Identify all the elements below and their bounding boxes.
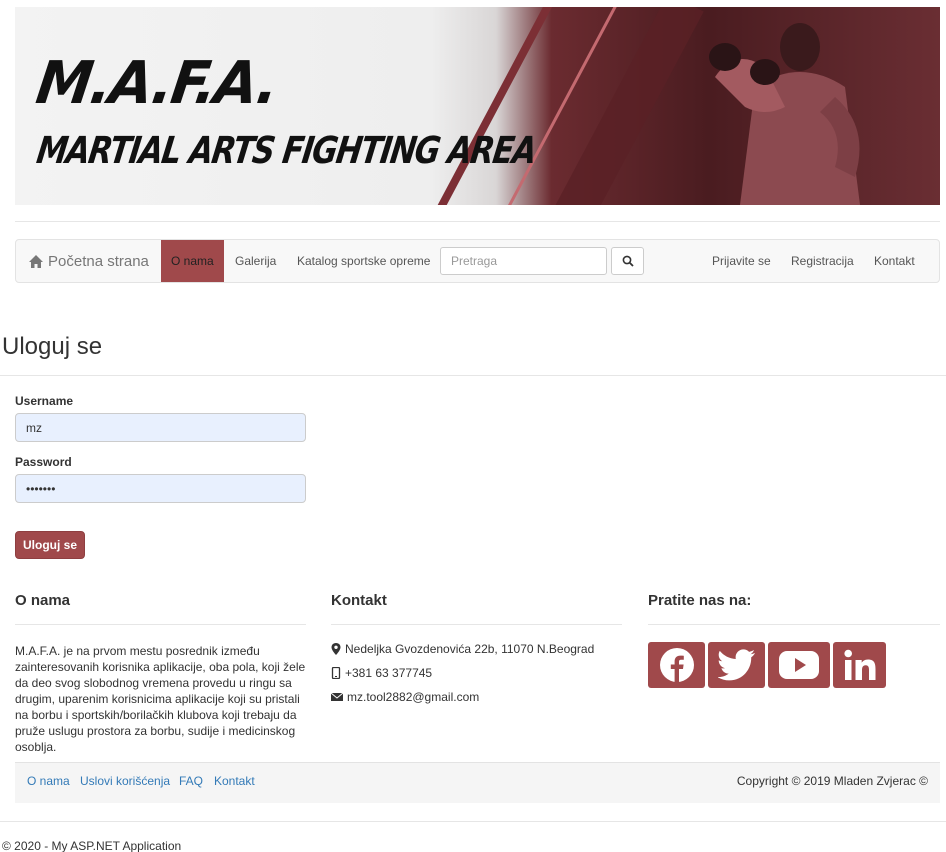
linkedin-link[interactable] [833,642,886,688]
divider [15,624,306,625]
map-marker-icon [331,643,341,655]
footer-bar: O nama Uslovi korišćenja FAQ Kontakt Cop… [15,762,940,803]
page-title: Uloguj se [2,333,103,360]
footer-link-faq[interactable]: FAQ [179,763,203,799]
contact-phone: +381 63 377745 [331,666,432,680]
site-subtitle: MARTIAL ARTS FIGHTING AREA [33,129,539,173]
youtube-link[interactable] [768,642,830,688]
phone-text: +381 63 377745 [345,666,433,680]
linkedin-icon [843,649,875,680]
nav-item-registracija[interactable]: Registracija [781,240,864,282]
divider [0,375,946,376]
facebook-icon [659,648,694,682]
footer-link-o-nama[interactable]: O nama [27,763,70,799]
site-title: M.A.F.A. [32,49,282,118]
search-button[interactable] [611,247,644,275]
twitter-icon [717,649,755,681]
divider [15,221,940,222]
contact-email: mz.tool2882@gmail.com [331,690,479,704]
about-text: M.A.F.A. je na prvom mestu posrednik izm… [15,644,306,754]
footer-link-uslovi[interactable]: Uslovi korišćenja [80,763,170,799]
login-button[interactable]: Uloguj se [15,531,85,559]
brand-label: Početna strana [48,252,149,270]
fighter-illustration [709,23,860,205]
about-title: O nama [15,592,71,609]
search-icon [622,255,634,267]
password-field[interactable] [15,474,306,503]
nav-item-galerija[interactable]: Galerija [225,240,286,282]
header-banner: M.A.F.A. MARTIAL ARTS FIGHTING AREA [15,7,940,205]
divider [0,821,946,822]
contact-title: Kontakt [331,592,387,609]
contact-address: Nedeljka Gvozdenovića 22b, 11070 N.Beogr… [331,642,594,656]
password-label: Password [15,455,72,469]
nav-item-katalog[interactable]: Katalog sportske opreme [287,240,440,282]
main-navbar: Početna strana O nama Galerija Katalog s… [15,239,940,283]
home-icon [29,254,43,268]
nav-item-prijavite-se[interactable]: Prijavite se [702,240,781,282]
phone-icon [331,667,341,679]
envelope-icon [331,692,343,701]
nav-item-kontakt[interactable]: Kontakt [864,240,925,282]
app-footer-text: © 2020 - My ASP.NET Application [2,839,182,852]
username-label: Username [15,394,74,408]
home-link[interactable]: Početna strana [28,240,149,282]
search-input[interactable] [440,247,607,275]
username-field[interactable] [15,413,306,442]
copyright-text: Copyright © 2019 Mladen Zvjerac © [736,774,928,788]
divider [648,624,940,625]
address-text: Nedeljka Gvozdenovića 22b, 11070 N.Beogr… [345,642,595,656]
facebook-link[interactable] [648,642,705,688]
divider [331,624,622,625]
email-text: mz.tool2882@gmail.com [347,690,480,704]
nav-item-o-nama[interactable]: O nama [161,240,224,282]
youtube-icon [779,651,819,679]
twitter-link[interactable] [708,642,765,688]
footer-link-kontakt[interactable]: Kontakt [214,763,255,799]
follow-title: Pratite nas na: [648,592,752,609]
